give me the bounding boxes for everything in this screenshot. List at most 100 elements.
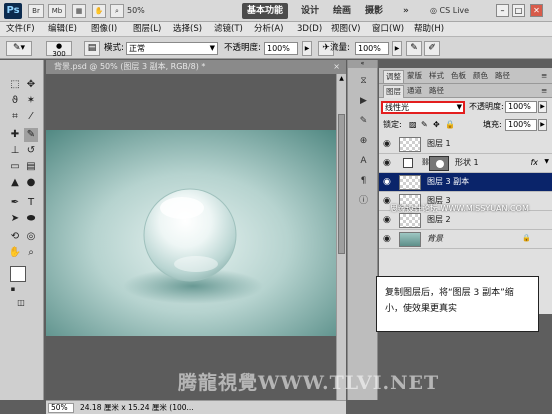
workspace-more-button[interactable]: » [398,3,414,19]
lock-transparent-icon[interactable]: ▨ [409,119,417,131]
layers-menu-icon[interactable]: ≡ [539,85,549,97]
brush-presets-icon[interactable]: ✎ [356,114,371,129]
crop-icon[interactable]: ⌗ [8,110,22,124]
tab-color[interactable]: 颜色 [471,70,490,82]
eraser-icon[interactable]: ▭ [8,160,22,174]
layer-opacity-arrow-icon[interactable]: ▶ [538,101,547,113]
3d-rotate-icon[interactable]: ⟲ [8,230,22,244]
document-info[interactable]: 24.18 厘米 x 15.24 厘米 (100... [80,402,194,414]
path-selection-icon[interactable]: ➤ [8,212,22,226]
canvas-area[interactable] [46,74,336,400]
fill-field[interactable]: 100% [505,119,537,131]
fx-icon[interactable]: fx [530,157,538,169]
move-icon[interactable]: ✥ [24,78,38,92]
magic-wand-icon[interactable]: ✶ [24,94,38,108]
mode-select[interactable]: 正常 ▼ [126,42,218,55]
brush-size-picker[interactable]: ● 300 [46,41,72,58]
panel-menu-icon[interactable]: ≡ [539,70,549,82]
tab-paths-top[interactable]: 路径 [493,70,512,82]
status-zoom-field[interactable]: 50% [48,403,74,413]
pen-icon[interactable]: ✒ [8,196,22,210]
paragraph-icon[interactable]: ¶ [356,174,371,189]
zoom-tool-icon[interactable]: ⌕ [110,4,124,18]
opacity-field[interactable]: 100% [264,42,298,55]
layer-row-shape1[interactable]: ◉ ⛓ 形状 1 fx ▼ [379,154,552,173]
eye-icon[interactable]: ◉ [383,139,393,149]
menu-select[interactable]: 选择(S) [173,23,202,36]
tab-adjustments[interactable]: 调整 [383,70,404,83]
scrollbar-thumb[interactable] [338,114,345,254]
character-icon[interactable]: A [356,154,371,169]
menu-view[interactable]: 视图(V) [331,23,360,36]
quick-mask-icon[interactable]: ◫ [14,296,28,310]
lock-position-icon[interactable]: ✥ [433,119,440,131]
menu-edit[interactable]: 编辑(E) [48,23,77,36]
lock-image-icon[interactable]: ✎ [421,119,428,131]
brush-icon[interactable]: ✎ [24,128,38,142]
eye-icon[interactable]: ◉ [383,158,393,168]
history-icon[interactable]: ⧖ [356,74,371,89]
zoom-level[interactable]: 50% [127,4,167,18]
brush-preset-icon[interactable]: ✎▾ [6,41,32,56]
tab-swatches[interactable]: 色板 [449,70,468,82]
tab-channels[interactable]: 通道 [405,85,424,97]
fill-arrow-icon[interactable]: ▶ [538,119,547,131]
close-button[interactable]: ✕ [530,4,543,17]
clone-source-icon[interactable]: ⊕ [356,134,371,149]
history-brush-icon[interactable]: ↺ [24,144,38,158]
zoom-tool-icon[interactable]: ⌕ [24,246,38,260]
workspace-painting[interactable]: 绘画 [328,3,356,19]
menu-window[interactable]: 窗口(W) [372,23,404,36]
blur-icon[interactable]: ▲ [8,176,22,190]
ellipse-shape-icon[interactable]: ⬬ [24,212,38,226]
cs-live-button[interactable]: ◎ CS Live [430,4,469,18]
scroll-up-icon[interactable]: ▲ [338,74,345,84]
actions-icon[interactable]: ▶ [356,94,371,109]
foreground-color-swatch[interactable] [10,266,26,282]
minimize-button[interactable]: – [496,4,509,17]
tab-close-icon[interactable]: × [333,60,340,74]
menu-file[interactable]: 文件(F) [6,23,35,36]
vertical-scrollbar[interactable]: ▲ [336,74,346,400]
flow-field[interactable]: 100% [355,42,389,55]
flow-arrow-icon[interactable]: ▶ [392,41,402,56]
tab-masks[interactable]: 蒙版 [405,70,424,82]
workspace-essentials[interactable]: 基本功能 [242,3,289,19]
brush-panel-icon[interactable]: ▤ [84,41,100,56]
dodge-icon[interactable]: ● [24,176,38,190]
hand-tool-icon[interactable]: ✋ [8,246,22,260]
tablet-pressure-icon[interactable]: ✐ [424,41,440,56]
gradient-icon[interactable]: ▤ [24,160,38,174]
eye-icon[interactable]: ◉ [383,234,393,244]
info-icon[interactable]: ⓘ [356,194,371,209]
menu-filter[interactable]: 滤镜(T) [214,23,243,36]
hand-icon[interactable]: ✋ [92,4,106,18]
tab-styles[interactable]: 样式 [427,70,446,82]
type-icon[interactable]: T [24,196,38,210]
expand-effects-icon[interactable]: ▼ [544,158,549,165]
menu-image[interactable]: 图像(I) [91,23,117,36]
lasso-icon[interactable]: ϑ [8,94,22,108]
layer-opacity-field[interactable]: 100% [505,101,537,113]
maximize-button[interactable]: □ [512,4,525,17]
menu-analysis[interactable]: 分析(A) [254,23,283,36]
opacity-arrow-icon[interactable]: ▶ [302,41,312,56]
eye-icon[interactable]: ◉ [383,215,393,225]
layer-row-background[interactable]: ◉ 背景 🔒 [379,230,552,249]
tab-paths[interactable]: 路径 [427,85,446,97]
menu-3d[interactable]: 3D(D) [297,23,322,36]
workspace-design[interactable]: 设计 [296,3,324,19]
clone-stamp-icon[interactable]: ⊥ [8,144,22,158]
mini-bridge-button[interactable]: Mb [48,4,66,18]
menu-layer[interactable]: 图层(L) [133,23,161,36]
grid-icon[interactable]: ▦ [72,4,86,18]
bridge-button[interactable]: Br [28,4,44,18]
healing-brush-icon[interactable]: ✚ [8,128,22,142]
blend-mode-select[interactable]: 线性光 ▼ [381,101,465,114]
workspace-photography[interactable]: 摄影 [360,3,388,19]
tab-layers[interactable]: 图层 [383,85,404,98]
menu-help[interactable]: 帮助(H) [414,23,444,36]
lock-all-icon[interactable]: 🔒 [445,119,455,131]
eye-icon[interactable]: ◉ [383,177,393,187]
eyedropper-icon[interactable]: ⁄ [24,110,38,124]
